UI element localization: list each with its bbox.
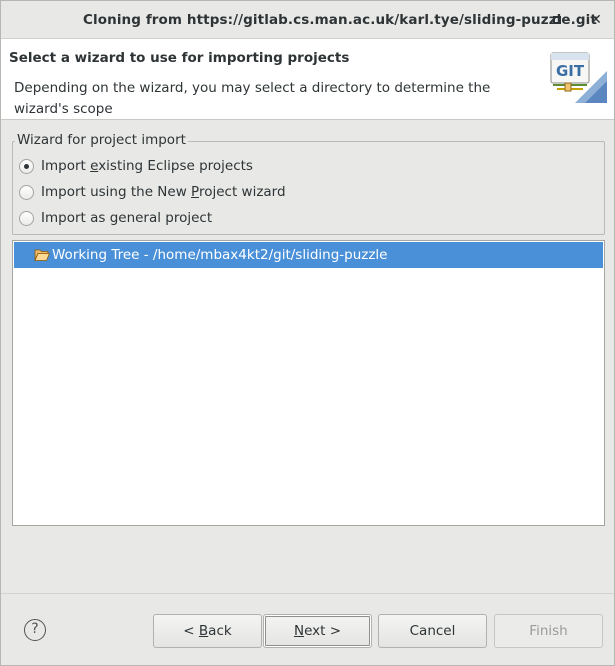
- back-button[interactable]: < Back: [153, 614, 262, 648]
- close-icon: ✕: [590, 12, 602, 28]
- next-button[interactable]: Next >: [263, 614, 372, 648]
- radio-label: Import as general project: [41, 210, 213, 226]
- wizard-group-legend: Wizard for project import: [15, 132, 188, 148]
- help-icon: ?: [31, 621, 39, 637]
- tree-item-label: Working Tree - /home/mbax4kt2/git/slidin…: [52, 247, 388, 263]
- radio-import-existing[interactable]: Import existing Eclipse projects: [19, 156, 253, 176]
- tree-item-working-tree[interactable]: Working Tree - /home/mbax4kt2/git/slidin…: [14, 242, 603, 268]
- radio-button[interactable]: [19, 210, 34, 226]
- maximize-button[interactable]: [550, 12, 566, 28]
- cancel-button[interactable]: Cancel: [378, 614, 487, 648]
- radio-label: Import existing Eclipse projects: [41, 158, 253, 174]
- radio-new-project-wizard[interactable]: Import using the New Project wizard: [19, 182, 286, 202]
- help-button[interactable]: ?: [24, 619, 46, 641]
- title-bar[interactable]: Cloning from https://gitlab.cs.man.ac.uk…: [1, 1, 614, 39]
- radio-label: Import using the New Project wizard: [41, 184, 286, 200]
- wizard-banner: Select a wizard to use for importing pro…: [1, 39, 614, 120]
- banner-title: Select a wizard to use for importing pro…: [9, 50, 350, 66]
- window-title: Cloning from https://gitlab.cs.man.ac.uk…: [83, 12, 597, 28]
- git-logo-text: GIT: [556, 62, 585, 80]
- close-button[interactable]: ✕: [588, 12, 604, 28]
- git-logo-icon: GIT: [550, 52, 607, 103]
- radio-button-selected[interactable]: [19, 158, 34, 174]
- radio-button[interactable]: [19, 184, 34, 200]
- working-tree-list[interactable]: Working Tree - /home/mbax4kt2/git/slidin…: [12, 240, 605, 526]
- radio-general-project[interactable]: Import as general project: [19, 208, 212, 228]
- banner-description: Depending on the wizard, you may select …: [14, 80, 491, 117]
- import-projects-dialog: Cloning from https://gitlab.cs.man.ac.uk…: [0, 0, 615, 666]
- folder-open-icon: [34, 249, 50, 261]
- button-bar-divider: [1, 593, 614, 594]
- finish-button[interactable]: Finish: [494, 614, 603, 648]
- maximize-icon: [553, 16, 561, 24]
